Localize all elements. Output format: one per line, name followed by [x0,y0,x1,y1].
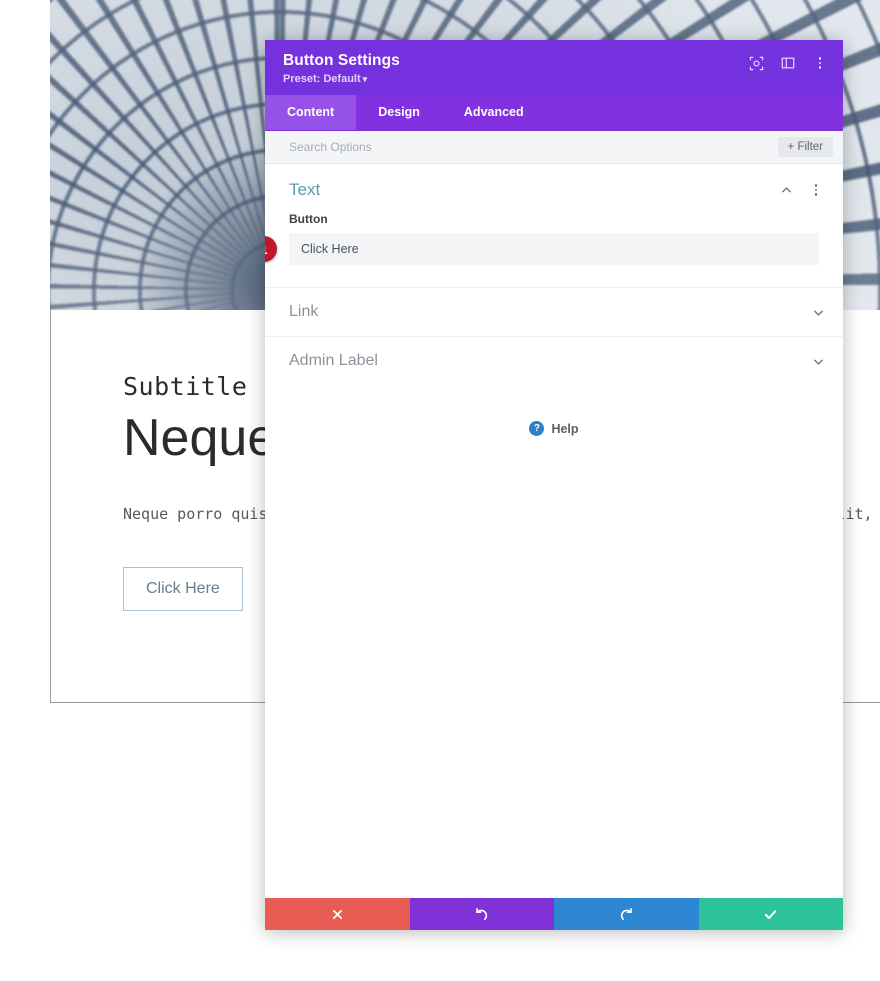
section-text-title: Text [289,180,321,199]
modal-header: Button Settings Preset: Default ▾ [265,40,843,95]
button-text-input[interactable] [289,233,819,265]
redo-button[interactable] [554,898,699,930]
modal-title: Button Settings [283,52,400,69]
modal-header-actions [747,54,829,72]
cancel-button[interactable] [265,898,410,930]
modal-preset-selector[interactable]: Preset: Default ▾ [283,73,827,85]
filter-button[interactable]: + Filter [777,137,833,157]
more-options-icon[interactable] [811,54,829,72]
undo-icon [476,907,488,920]
section-link[interactable]: Link [265,287,843,336]
chevron-up-icon[interactable] [779,183,793,197]
check-icon [765,909,777,919]
click-here-button[interactable]: Click Here [123,566,243,611]
help-label: Help [551,421,579,436]
button-text-label: Button [289,212,328,226]
chevron-down-icon[interactable] [811,305,825,319]
search-options-input[interactable] [289,140,778,154]
button-text-field-group: 1 Button [265,212,843,287]
step-badge-1: 1 [265,236,277,262]
question-mark-icon: ? [529,421,545,436]
section-text-header[interactable]: Text [265,164,843,212]
modal-tabs: Content Design Advanced [265,95,843,131]
section-text-menu-icon[interactable] [807,181,825,199]
section-admin-label-title: Admin Label [289,352,378,369]
tab-content[interactable]: Content [265,95,357,130]
chevron-down-icon: ▾ [362,74,368,84]
tab-advanced[interactable]: Advanced [442,95,546,130]
section-link-title: Link [289,303,319,320]
undo-button[interactable] [409,898,554,930]
modal-preset-label: Preset: Default [283,73,361,85]
save-button[interactable] [698,898,843,930]
modal-body: Text 1 Button Link [265,164,843,898]
help-link[interactable]: ? Help [265,385,843,436]
layout-panel-icon[interactable] [779,54,797,72]
button-settings-modal: Button Settings Preset: Default ▾ Conten… [265,40,843,930]
redo-icon [620,907,632,920]
section-admin-label[interactable]: Admin Label [265,336,843,385]
chevron-down-icon[interactable] [811,354,825,368]
responsive-view-icon[interactable] [747,54,765,72]
search-options-bar: + Filter [265,131,843,164]
section-text: Text 1 Button [265,164,843,287]
close-icon [332,909,342,919]
tab-design[interactable]: Design [356,95,442,130]
modal-footer [265,898,843,930]
